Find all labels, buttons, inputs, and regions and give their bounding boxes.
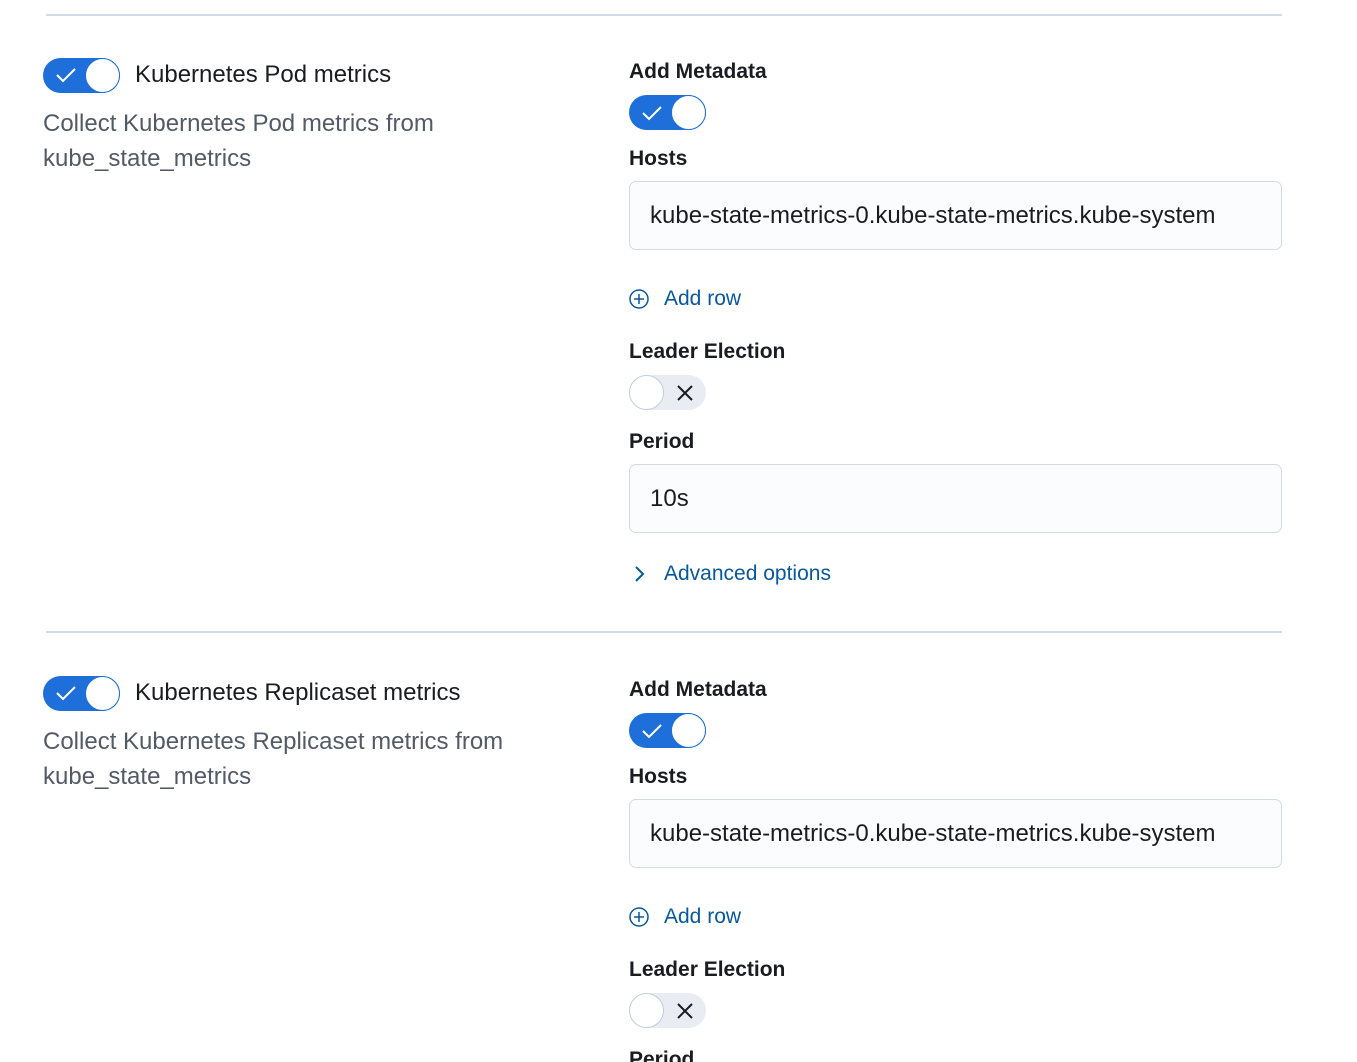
section-info: Kubernetes Pod metrics Collect Kubernete…: [43, 56, 583, 176]
switch-knob: [671, 95, 706, 130]
advanced-options-label: Advanced options: [664, 562, 831, 585]
check-icon: [48, 58, 84, 93]
leader-election-label: Leader Election: [629, 958, 786, 981]
switch-knob: [671, 713, 706, 748]
chevron-right-icon: [629, 564, 649, 584]
period-label: Period: [629, 1048, 695, 1062]
section-description: Collect Kubernetes Pod metrics from kube…: [43, 110, 434, 172]
section-title: Kubernetes Replicaset metrics: [135, 679, 461, 706]
hosts-label: Hosts: [629, 147, 688, 170]
add-metadata-toggle[interactable]: [629, 713, 706, 748]
section-divider: [46, 631, 1282, 633]
add-row-label: Add row: [664, 905, 742, 928]
plus-circle-icon: [629, 907, 649, 927]
plus-circle-icon: [629, 289, 649, 309]
cross-icon: [667, 993, 703, 1028]
hosts-input[interactable]: kube-state-metrics-0.kube-state-metrics.…: [629, 799, 1282, 868]
check-icon: [634, 713, 670, 748]
leader-election-toggle[interactable]: [629, 375, 706, 410]
period-label: Period: [629, 430, 695, 453]
switch-knob: [629, 993, 664, 1028]
section-title-row: Kubernetes Pod metrics: [43, 56, 583, 94]
advanced-options-toggle[interactable]: Advanced options: [629, 559, 1282, 589]
section-fields: Add Metadata Hosts kube-state-metrics-0.…: [629, 56, 1282, 589]
switch-knob: [629, 375, 664, 410]
replicaset-metrics-section: Kubernetes Replicaset metrics Collect Ku…: [0, 674, 1357, 1062]
section-title-row: Kubernetes Replicaset metrics: [43, 674, 583, 712]
replicaset-metrics-toggle[interactable]: [43, 675, 120, 711]
pod-metrics-toggle[interactable]: [43, 57, 120, 93]
section-fields: Add Metadata Hosts kube-state-metrics-0.…: [629, 674, 1282, 1062]
check-icon: [634, 95, 670, 130]
pod-metrics-section: Kubernetes Pod metrics Collect Kubernete…: [0, 56, 1357, 616]
cross-icon: [667, 375, 703, 410]
check-icon: [48, 676, 84, 711]
add-metadata-label: Add Metadata: [629, 60, 767, 83]
add-metadata-toggle[interactable]: [629, 95, 706, 130]
section-description: Collect Kubernetes Replicaset metrics fr…: [43, 728, 504, 790]
leader-election-toggle[interactable]: [629, 993, 706, 1028]
section-divider: [46, 14, 1282, 16]
integration-settings-page: Kubernetes Pod metrics Collect Kubernete…: [0, 0, 1357, 1062]
add-row-button[interactable]: Add row: [629, 902, 1282, 932]
add-row-label: Add row: [664, 287, 742, 310]
section-info: Kubernetes Replicaset metrics Collect Ku…: [43, 674, 583, 794]
period-input[interactable]: 10s: [629, 464, 1282, 533]
switch-knob: [85, 675, 120, 711]
switch-knob: [85, 57, 120, 93]
add-metadata-label: Add Metadata: [629, 678, 767, 701]
leader-election-label: Leader Election: [629, 340, 786, 363]
hosts-input[interactable]: kube-state-metrics-0.kube-state-metrics.…: [629, 181, 1282, 250]
add-row-button[interactable]: Add row: [629, 284, 1282, 314]
hosts-label: Hosts: [629, 765, 688, 788]
section-title: Kubernetes Pod metrics: [135, 61, 392, 88]
